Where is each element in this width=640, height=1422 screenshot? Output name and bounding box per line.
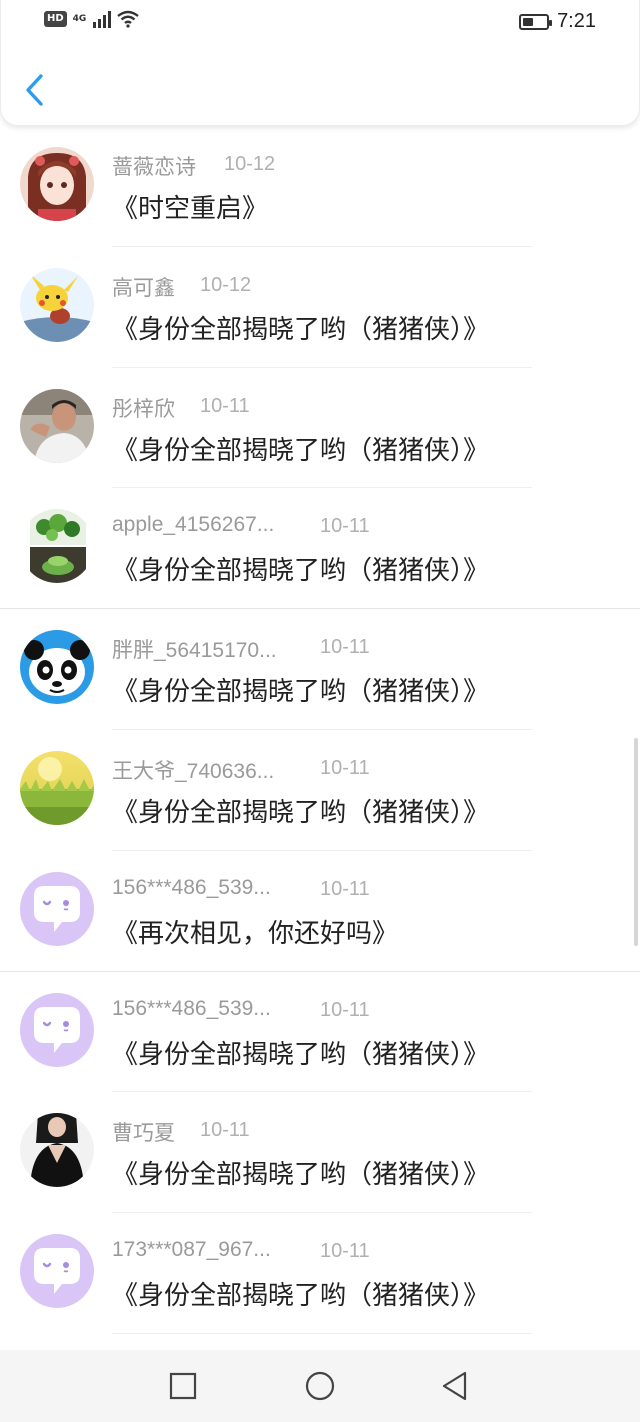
list-item[interactable]: 胖胖_56415170... 10-11 《身份全部揭晓了哟（猪猪侠）》 [0,609,640,730]
avatar[interactable] [20,630,94,705]
user-name: 156***486_539... [112,875,271,899]
item-title: 《身份全部揭晓了哟（猪猪侠）》 [112,314,490,345]
timestamp: 10-12 [224,153,276,175]
timestamp: 10-11 [200,1119,250,1142]
list-item[interactable]: 曹巧夏 10-11 《身份全部揭晓了哟（猪猪侠）》 [0,1092,640,1214]
avatar[interactable] [20,1113,94,1188]
recents-button[interactable] [165,1368,201,1404]
item-title: 《身份全部揭晓了哟（猪猪侠）》 [112,435,490,466]
scrollbar[interactable] [634,738,638,946]
message-list: 蔷薇恋诗 10-12 《时空重启》 高可鑫 10-12 《身份全部揭晓了哟（猪猪侠）》 彤梓… [0,126,640,1334]
user-name: 王大爷_740636... [112,759,275,783]
avatar[interactable] [20,509,94,584]
timestamp: 10-11 [320,756,370,779]
user-name: 173***087_967... [112,1238,271,1262]
system-back-button[interactable] [437,1368,473,1404]
item-title: 《身份全部揭晓了哟（猪猪侠）》 [112,1281,490,1312]
avatar[interactable] [20,992,94,1067]
timestamp: 10-11 [320,998,370,1021]
item-title: 《身份全部揭晓了哟（猪猪侠）》 [112,797,490,828]
item-title: 《身份全部揭晓了哟（猪猪侠）》 [112,556,490,587]
navigation-bar [0,1350,640,1422]
home-button[interactable] [302,1368,338,1404]
avatar[interactable] [20,267,94,342]
list-item[interactable]: 彤梓欣 10-11 《身份全部揭晓了哟（猪猪侠）》 [0,368,640,489]
user-name: apple_4156267... [112,513,275,537]
signal-icon [93,10,112,28]
list-item[interactable]: apple_4156267... 10-11 《身份全部揭晓了哟（猪猪侠）》 [0,488,640,610]
list-item[interactable]: 王大爷_740636... 10-11 《身份全部揭晓了哟（猪猪侠）》 [0,730,640,851]
user-name: 蔷薇恋诗 [112,156,196,179]
item-title: 《时空重启》 [112,194,269,224]
user-name: 156***486_539... [112,996,271,1020]
user-name: 高可鑫 [112,276,175,300]
back-button[interactable] [19,70,53,110]
user-name: 曹巧夏 [112,1122,175,1146]
square-icon [169,1372,197,1400]
chevron-left-icon [26,74,43,106]
screen: HD 4G 7:21 蔷薇恋诗 10-12 《时空重启》高可鑫 10-12 《身份全部揭… [0,0,640,1422]
hd-badge: HD [44,11,67,27]
list-item[interactable]: 156***486_539... 10-11 《身份全部揭晓了哟（猪猪侠）》 [0,972,640,1093]
item-title: 《身份全部揭晓了哟（猪猪侠）》 [112,1160,490,1191]
user-name: 彤梓欣 [112,397,175,421]
network-type: 4G [72,13,87,24]
triangle-back-icon [442,1371,467,1401]
list-item[interactable]: 173***087_967... 10-11 《身份全部揭晓了哟（猪猪侠）》 [0,1213,640,1334]
clock: 7:21 [557,10,596,32]
circle-icon [305,1371,335,1401]
wifi-icon [117,10,140,28]
item-title: 《身份全部揭晓了哟（猪猪侠）》 [112,677,490,708]
timestamp: 10-11 [200,394,250,417]
timestamp: 10-11 [320,515,370,538]
avatar[interactable] [20,1234,94,1309]
divider [112,1332,532,1334]
item-title: 《身份全部揭晓了哟（猪猪侠）》 [112,1039,490,1070]
avatar[interactable] [20,147,94,221]
status-bar: HD 4G 7:21 [0,0,640,44]
avatar[interactable] [20,871,94,946]
timestamp: 10-12 [200,273,252,296]
battery-icon [519,13,553,30]
user-name: 胖胖_56415170... [112,639,277,663]
list-item[interactable]: 高可鑫 10-12 《身份全部揭晓了哟（猪猪侠）》 [0,247,640,368]
avatar[interactable] [20,388,94,463]
list-item[interactable]: 蔷薇恋诗 10-12 《时空重启》 [0,126,640,247]
timestamp: 10-11 [320,636,370,659]
timestamp: 10-11 [320,1240,370,1263]
avatar[interactable] [20,750,94,825]
item-title: 《再次相见，你还好吗》 [112,918,399,949]
list-item[interactable]: 156***486_539... 10-11 《再次相见，你还好吗》 [0,851,640,972]
timestamp: 10-11 [320,877,370,900]
